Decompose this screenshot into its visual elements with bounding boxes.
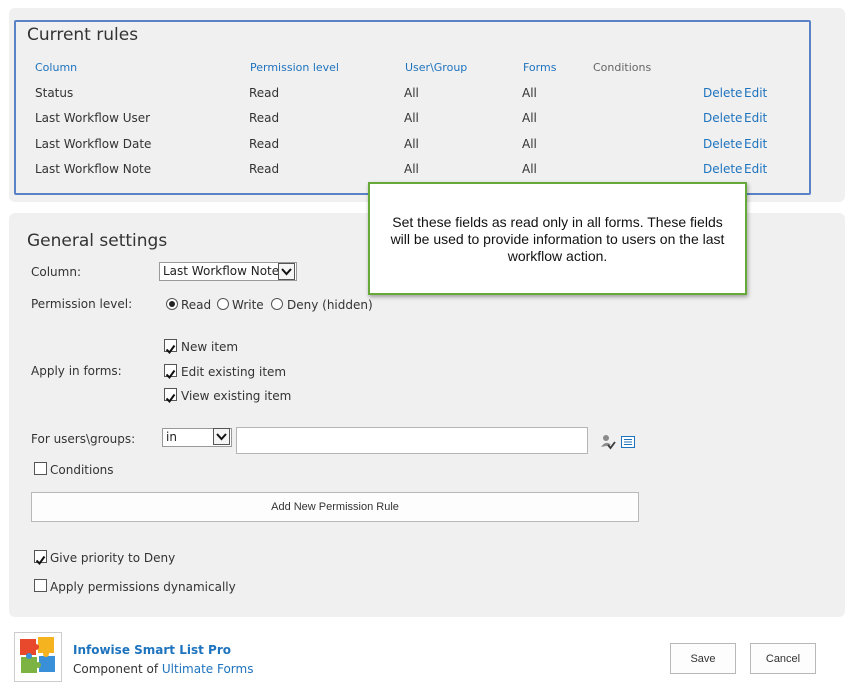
cell-user-group: All <box>404 162 419 176</box>
delete-rule-link[interactable]: Delete <box>703 111 742 125</box>
permission-read-label: Read <box>181 298 212 312</box>
new-item-label: New item <box>181 340 239 354</box>
dynamic-permissions-checkbox[interactable] <box>34 579 47 592</box>
edit-rule-link[interactable]: Edit <box>744 162 767 176</box>
header-column[interactable]: Column <box>35 61 77 74</box>
general-settings-title: General settings <box>27 231 168 251</box>
edit-rule-link[interactable]: Edit <box>744 111 767 125</box>
cell-user-group: All <box>404 86 419 100</box>
cell-forms: All <box>522 86 537 100</box>
edit-rule-link[interactable]: Edit <box>744 86 767 100</box>
cell-user-group: All <box>404 111 419 125</box>
delete-rule-link[interactable]: Delete <box>703 86 742 100</box>
cell-permission: Read <box>249 111 280 125</box>
header-forms[interactable]: Forms <box>523 61 556 74</box>
permission-deny-radio[interactable] <box>271 298 283 310</box>
cell-permission: Read <box>249 137 280 151</box>
edit-item-label: Edit existing item <box>181 365 287 379</box>
edit-item-checkbox[interactable] <box>164 364 177 380</box>
cell-permission: Read <box>249 162 280 176</box>
header-conditions: Conditions <box>593 61 652 74</box>
callout-text: Set these fields as read only in all for… <box>390 214 725 264</box>
component-prefix: Component of <box>73 662 159 676</box>
permission-write-label: Write <box>232 298 264 312</box>
permission-write-radio[interactable] <box>217 298 229 310</box>
callout-note: Set these fields as read only in all for… <box>368 182 747 295</box>
permission-level-label: Permission level: <box>31 297 133 311</box>
edit-rule-link[interactable]: Edit <box>744 137 767 151</box>
view-item-label: View existing item <box>181 389 292 403</box>
permission-deny-label: Deny (hidden) <box>287 298 373 312</box>
new-item-checkbox[interactable] <box>164 339 177 355</box>
cancel-button-label: Cancel <box>765 652 801 665</box>
cell-column: Last Workflow Note <box>35 162 152 176</box>
cell-forms: All <box>522 162 537 176</box>
priority-deny-label: Give priority to Deny <box>50 551 176 565</box>
users-groups-label: For users\groups: <box>31 432 136 446</box>
column-label: Column: <box>31 265 81 279</box>
component-of-text: Component of Ultimate Forms <box>73 662 253 676</box>
view-item-checkbox[interactable] <box>164 388 177 404</box>
delete-rule-link[interactable]: Delete <box>703 137 742 151</box>
add-permission-rule-label: Add New Permission Rule <box>271 501 399 513</box>
delete-rule-link[interactable]: Delete <box>703 162 742 176</box>
header-user-group[interactable]: User\Group <box>405 61 467 74</box>
cell-column: Last Workflow Date <box>35 137 152 151</box>
address-book-icon[interactable] <box>620 434 636 454</box>
users-operator-value: in <box>166 430 177 444</box>
cell-permission: Read <box>249 86 280 100</box>
ultimate-forms-link[interactable]: Ultimate Forms <box>162 662 254 676</box>
cancel-button[interactable]: Cancel <box>750 643 816 674</box>
cell-forms: All <box>522 137 537 151</box>
add-permission-rule-button[interactable]: Add New Permission Rule <box>31 492 639 522</box>
product-logo <box>14 632 62 682</box>
chevron-down-icon[interactable] <box>278 263 295 280</box>
product-name: Infowise Smart List Pro <box>73 643 231 657</box>
chevron-down-icon[interactable] <box>213 428 230 445</box>
dynamic-permissions-label: Apply permissions dynamically <box>50 580 236 594</box>
apply-in-forms-label: Apply in forms: <box>31 364 122 378</box>
permission-read-radio[interactable] <box>166 298 178 310</box>
cell-column: Status <box>35 86 74 100</box>
save-button[interactable]: Save <box>670 643 736 674</box>
conditions-checkbox[interactable] <box>34 462 47 475</box>
priority-deny-checkbox[interactable] <box>34 550 47 566</box>
conditions-label: Conditions <box>50 463 114 477</box>
cell-column: Last Workflow User <box>35 111 151 125</box>
cell-forms: All <box>522 111 537 125</box>
check-names-icon[interactable] <box>600 434 616 454</box>
header-permission-level[interactable]: Permission level <box>250 61 339 74</box>
current-rules-title: Current rules <box>27 25 139 45</box>
save-button-label: Save <box>690 652 716 665</box>
column-select-value: Last Workflow Note <box>163 264 280 278</box>
column-select[interactable]: Last Workflow Note <box>159 262 297 281</box>
users-groups-input[interactable] <box>236 427 588 454</box>
cell-user-group: All <box>404 137 419 151</box>
